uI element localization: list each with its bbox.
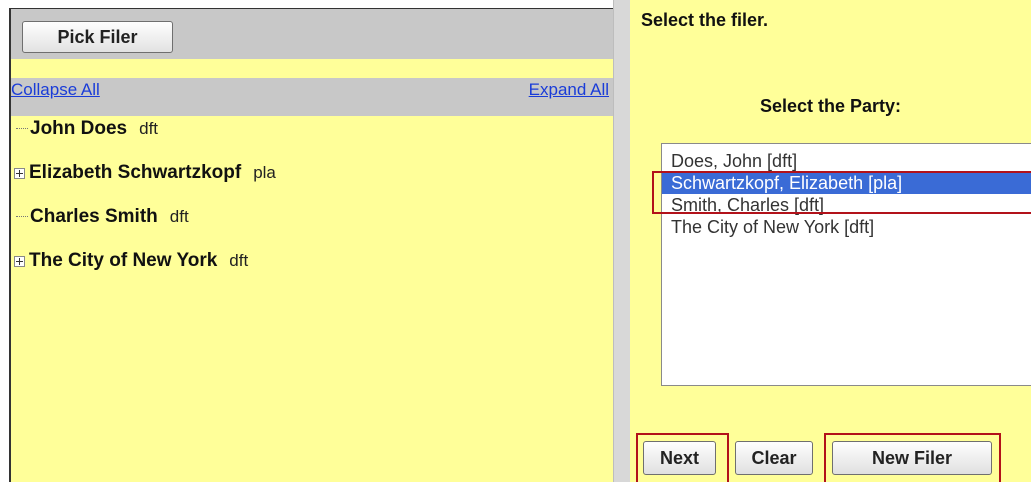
party-option[interactable]: Smith, Charles [dft] xyxy=(662,194,1031,216)
tree-controls: Collapse All Expand All xyxy=(11,78,613,116)
clear-button[interactable]: Clear xyxy=(735,441,813,475)
party-option[interactable]: Does, John [dft] xyxy=(662,150,1031,172)
tree-item-name: Elizabeth Schwartzkopf xyxy=(29,162,242,183)
party-listbox[interactable]: Does, John [dft] Schwartzkopf, Elizabeth… xyxy=(661,143,1031,386)
tree-item-role: pla xyxy=(253,163,276,182)
tree-connector-icon xyxy=(16,216,28,218)
party-label: Select the Party: xyxy=(760,96,902,116)
tree-item-role: dft xyxy=(169,207,189,226)
panel-splitter[interactable] xyxy=(613,0,630,482)
expand-plus-icon[interactable] xyxy=(14,255,25,267)
tree-item-charles-smith[interactable]: Charles Smith dft xyxy=(11,203,189,231)
party-option[interactable]: The City of New York [dft] xyxy=(662,216,1031,238)
tree-connector-icon xyxy=(16,128,28,130)
next-button[interactable]: Next xyxy=(643,441,716,475)
collapse-all-link[interactable]: Collapse All xyxy=(11,80,100,100)
tree-item-city-of-new-york[interactable]: The City of New York dft xyxy=(11,247,248,275)
filer-selection-panel: Select the filer. Select the Party: Does… xyxy=(630,0,1031,482)
tree-item-name: The City of New York xyxy=(29,250,218,271)
new-filer-button[interactable]: New Filer xyxy=(832,441,992,475)
expand-plus-icon[interactable] xyxy=(14,167,25,179)
expand-all-link[interactable]: Expand All xyxy=(529,80,609,100)
filer-tree-panel: Pick Filer Collapse All Expand All John … xyxy=(9,8,613,482)
tree-item-role: dft xyxy=(229,251,249,270)
tree-item-john-does[interactable]: John Does dft xyxy=(11,115,158,143)
tree-item-role: dft xyxy=(139,119,159,138)
tree-item-name: John Does xyxy=(30,118,128,139)
pick-filer-header: Pick Filer xyxy=(11,9,613,59)
instruction-text: Select the filer. xyxy=(641,10,769,30)
tree-item-elizabeth-schwartzkopf[interactable]: Elizabeth Schwartzkopf pla xyxy=(11,159,276,187)
tree-item-name: Charles Smith xyxy=(30,206,158,227)
party-option-selected[interactable]: Schwartzkopf, Elizabeth [pla] xyxy=(662,172,1031,194)
pick-filer-button[interactable]: Pick Filer xyxy=(22,21,173,53)
